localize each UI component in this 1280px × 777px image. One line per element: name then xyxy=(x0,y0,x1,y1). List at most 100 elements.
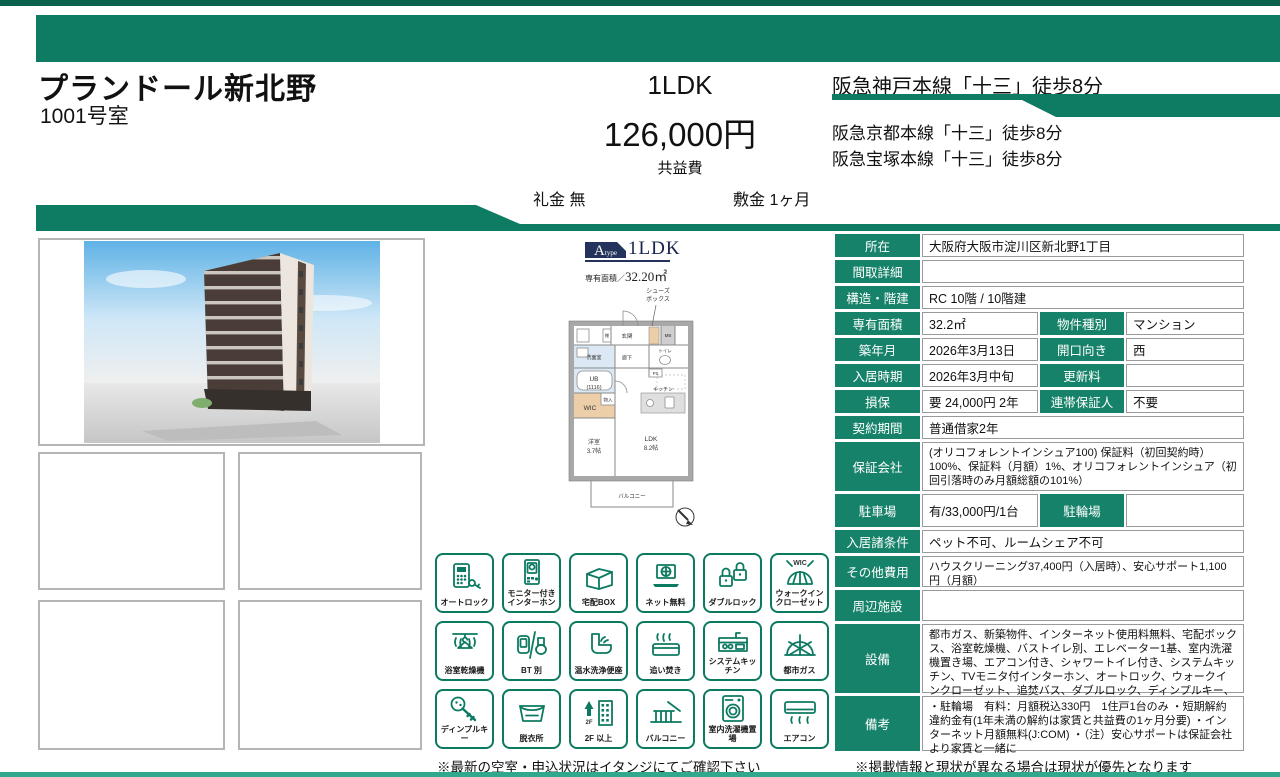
room-label-ub: UB xyxy=(589,376,598,383)
photo-box-empty-1 xyxy=(38,452,225,590)
amenity-cell-8: BT 別 xyxy=(502,621,561,681)
room-label-mono: 物入 xyxy=(604,397,613,404)
floorplan-card: Atype 1LDK 専有面積／32.20㎡ xyxy=(557,237,819,551)
washlet-icon xyxy=(579,623,619,667)
top-strip xyxy=(0,0,1280,6)
amenity-label: 都市ガス xyxy=(784,667,816,676)
photo-box-empty-4 xyxy=(238,600,422,750)
amenity-label: 追い焚き xyxy=(650,667,682,676)
amenity-label: 2F 以上 xyxy=(585,735,613,744)
table-row-layout-detail: 間取詳細 xyxy=(835,260,1244,283)
room-label-bedroom: 洋室 xyxy=(588,438,600,446)
double-lock-icon xyxy=(713,555,753,599)
second-floor-up-icon: 2F xyxy=(579,691,619,735)
amenity-cell-15: 2F 2F 以上 xyxy=(569,689,628,749)
building-photo-box xyxy=(38,238,425,446)
amenity-cell-1: オートロック xyxy=(435,553,494,613)
amenity-cell-2: モニター付きインターホン xyxy=(502,553,561,613)
room-label-wic: WIC xyxy=(584,405,597,412)
room-label-senmen: 洗面室 xyxy=(586,354,601,361)
room-label-rouka: 廊下 xyxy=(622,355,632,362)
building-photo xyxy=(84,241,380,443)
svg-text:2F: 2F xyxy=(585,720,592,726)
amenity-label: ウォークインクローゼット xyxy=(772,590,827,608)
amenity-label: ネット無料 xyxy=(646,599,686,608)
room-label-kitchen: キッチン xyxy=(653,387,673,393)
amenity-cell-9: 温水洗浄便座 xyxy=(569,621,628,681)
table-row-nearby: 周辺施設 xyxy=(835,590,1244,621)
amenity-label: 脱衣所 xyxy=(520,735,544,744)
amenity-cell-5: ダブルロック xyxy=(703,553,762,613)
room-label-ps: PS xyxy=(653,371,659,376)
amenity-label: 温水洗浄便座 xyxy=(575,667,623,676)
room-label-balcony: バルコニー xyxy=(618,493,645,500)
property-table: 所在 大阪府大阪市淀川区新北野1丁目 間取詳細 構造・階建 RC 10階 / 1… xyxy=(835,234,1244,754)
room-label-mb: MB xyxy=(665,333,672,338)
amenity-cell-18: エアコン xyxy=(770,689,829,749)
room-label-toilet: トイレ xyxy=(658,349,672,354)
system-kitchen-icon xyxy=(713,623,753,658)
amenity-cell-10: 追い焚き xyxy=(636,621,695,681)
rent-amount: 126,000円 xyxy=(555,108,805,156)
amenity-cell-16: バルコニー xyxy=(636,689,695,749)
aircon-icon xyxy=(780,691,820,735)
room-number: 1001号室 xyxy=(40,100,129,130)
svg-text:WIC: WIC xyxy=(793,560,807,567)
amenity-label: 室内洗濯機置場 xyxy=(705,726,760,744)
table-row-built: 築年月 2026年3月13日 開口向き 西 xyxy=(835,338,1244,361)
access-line-2: 阪急京都本線「十三」徒歩8分 xyxy=(832,119,1062,144)
table-row-equipment: 設備 都市ガス、新築物件、インターネット使用料無料、宅配ボックス、浴室乾燥機、バ… xyxy=(835,624,1244,693)
amenity-label: ディンプルキー xyxy=(437,726,492,744)
table-row-structure: 構造・階建 RC 10階 / 10階建 xyxy=(835,286,1244,309)
access-underline-swoosh xyxy=(832,94,1280,117)
property-flyer-page: プランドール新北野 1001号室 1LDK 126,000円 共益費 礼金 無 … xyxy=(0,0,1280,777)
amenity-label: 宅配BOX xyxy=(582,599,615,608)
amenity-label: システムキッチン xyxy=(705,658,760,676)
reheat-bath-icon xyxy=(646,623,686,667)
photo-box-empty-3 xyxy=(38,600,225,750)
divider-band-swoosh xyxy=(36,205,1280,231)
amenity-label: ダブルロック xyxy=(709,599,757,608)
indoor-washer-icon xyxy=(713,691,753,726)
walk-in-closet-icon: WIC xyxy=(780,555,820,590)
key-money: 礼金 無 xyxy=(533,186,585,210)
table-row-movein: 入居時期 2026年3月中旬 更新料 xyxy=(835,364,1244,387)
table-row-conditions: 入居諸条件 ペット不可、ルームシェア不可 xyxy=(835,530,1244,553)
compass-icon xyxy=(676,508,694,526)
floorplan-underline xyxy=(585,260,670,262)
city-gas-icon xyxy=(780,623,820,667)
amenity-cell-11: システムキッチン xyxy=(703,621,762,681)
amenity-cell-17: 室内洗濯機置場 xyxy=(703,689,762,749)
floorplan-title: 1LDK xyxy=(628,238,681,260)
amenity-cell-7: 浴室乾燥機 xyxy=(435,621,494,681)
dimple-key-icon xyxy=(445,691,485,726)
table-row-location: 所在 大阪府大阪市淀川区新北野1丁目 xyxy=(835,234,1244,257)
photo-box-empty-2 xyxy=(238,452,422,590)
layout-type: 1LDK xyxy=(590,70,770,101)
room-label-ldk: LDK xyxy=(645,436,658,443)
delivery-box-icon xyxy=(579,555,619,599)
floorplan-type-badge: Atype xyxy=(585,242,626,258)
table-row-parking: 駐車場 有/33,000円/1台 駐輪場 xyxy=(835,494,1244,527)
monitor-intercom-icon xyxy=(512,555,552,590)
amenity-cell-6: WIC ウォークインクローゼット xyxy=(770,553,829,613)
free-internet-icon xyxy=(646,555,686,599)
dressing-room-icon xyxy=(512,691,552,735)
table-row-contract: 契約期間 普通借家2年 xyxy=(835,416,1244,439)
room-label-shoes-1: シューズ xyxy=(646,287,670,295)
amenity-label: 浴室乾燥機 xyxy=(445,667,485,676)
amenity-cell-12: 都市ガス xyxy=(770,621,829,681)
floorplan-drawing: シューズ ボックス 玄関 MB 棚 洗面室 廊下 トイレ UB (1116) P… xyxy=(561,281,711,547)
amenity-grid: オートロックモニター付きインターホン宅配BOX ネット無料 ダブルロック WIC ウォー… xyxy=(435,553,829,749)
room-label-ldk-size: 8.2帖 xyxy=(644,444,658,452)
amenity-label: エアコン xyxy=(784,735,816,744)
deposit: 敷金 1ヶ月 xyxy=(733,186,810,210)
room-label-tana: 棚 xyxy=(605,332,609,339)
room-label-bedroom-size: 3.7帖 xyxy=(587,447,601,455)
common-fee-label: 共益費 xyxy=(555,157,805,178)
table-row-insurance: 損保 要 24,000円 2年 連帯保証人 不要 xyxy=(835,390,1244,413)
bath-toilet-separate-icon xyxy=(512,623,552,667)
bath-dryer-icon xyxy=(445,623,485,667)
amenity-cell-14: 脱衣所 xyxy=(502,689,561,749)
table-row-other-fees: その他費用 ハウスクリーニング37,400円（入居時）、安心サポート1,100円… xyxy=(835,556,1244,587)
